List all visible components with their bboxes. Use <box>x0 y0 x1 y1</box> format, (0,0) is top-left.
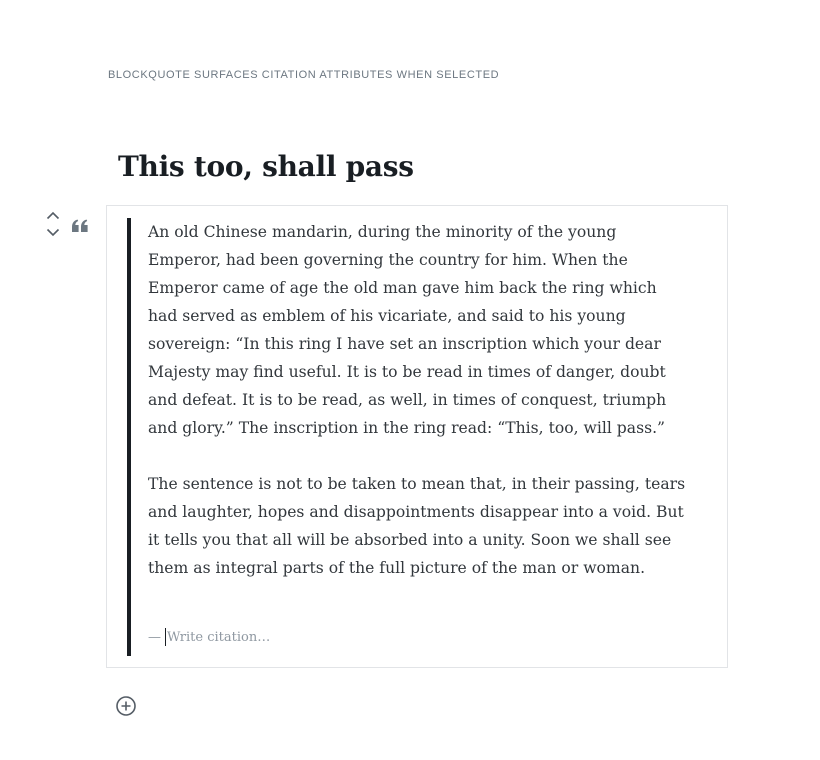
citation-placeholder[interactable]: Write citation… <box>167 630 270 645</box>
citation-dash: — <box>148 629 161 645</box>
demo-caption: BLOCKQUOTE SURFACES CITATION ATTRIBUTES … <box>108 69 500 81</box>
quote-left-border <box>127 218 131 656</box>
quote-paragraph-2[interactable]: The sentence is not to be taken to mean … <box>148 470 688 582</box>
move-down-button[interactable] <box>44 225 62 239</box>
move-up-button[interactable] <box>44 208 62 222</box>
chevron-down-icon <box>46 228 60 236</box>
quote-block[interactable]: An old Chinese mandarin, during the mino… <box>106 205 728 668</box>
post-title[interactable]: This too, shall pass <box>118 150 414 183</box>
chevron-up-icon <box>46 211 60 219</box>
add-block-button[interactable] <box>114 694 138 718</box>
quote-icon <box>72 219 88 232</box>
block-side-toolbar <box>42 208 98 242</box>
text-cursor <box>165 628 166 646</box>
quote-content[interactable]: An old Chinese mandarin, during the mino… <box>148 218 688 610</box>
plus-circle-icon <box>116 696 136 716</box>
block-type-button[interactable] <box>70 216 92 236</box>
quote-paragraph-1[interactable]: An old Chinese mandarin, during the mino… <box>148 218 688 442</box>
citation-field[interactable]: — Write citation… <box>148 628 270 646</box>
